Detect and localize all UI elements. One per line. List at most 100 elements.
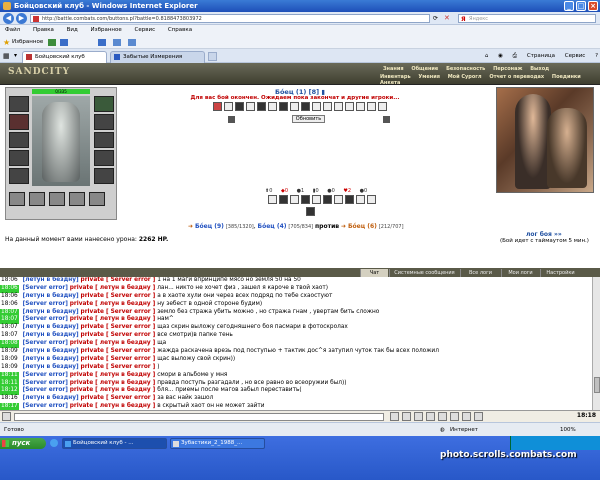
filter-icon[interactable]: [426, 412, 435, 421]
scroll-slot[interactable]: [89, 192, 105, 206]
earring-slot[interactable]: [94, 96, 114, 112]
tools-menu[interactable]: Сервис: [565, 53, 586, 59]
skill-icon[interactable]: [257, 102, 266, 111]
url-field[interactable]: http://battle.combats.com/buttons.pl?bat…: [30, 14, 430, 23]
star-icon[interactable]: ★: [3, 38, 10, 47]
chat-recipient[interactable]: private [ летун в бездну ]: [70, 301, 156, 307]
shield-slot[interactable]: [94, 132, 114, 148]
action-icon[interactable]: [323, 195, 332, 204]
scroll-slot[interactable]: [29, 192, 45, 206]
chat-nick[interactable]: [Server error]: [23, 380, 68, 386]
action-icon[interactable]: [312, 195, 321, 204]
nav-profile[interactable]: Анкета: [380, 80, 400, 86]
smiles-icon[interactable]: [402, 412, 411, 421]
chat-nick[interactable]: [летун в бездну]: [23, 356, 79, 362]
chat-recipient[interactable]: private [ Server error ]: [81, 348, 156, 354]
chat-nick[interactable]: [Server error]: [23, 285, 68, 291]
menu-tools[interactable]: Сервис: [135, 27, 156, 33]
weapon-slot[interactable]: [9, 132, 29, 148]
tab-chat[interactable]: Чат: [360, 269, 388, 277]
quick-tabs-icon[interactable]: ▦: [3, 52, 10, 60]
chat-recipient[interactable]: private [ Server error ]: [81, 364, 156, 370]
scroll-left-icon[interactable]: [228, 116, 235, 123]
chat-nick[interactable]: [летун в бездну]: [23, 324, 79, 330]
chat-message-input[interactable]: [14, 413, 384, 421]
chat-recipient[interactable]: private [ летун в бездну ]: [70, 372, 156, 378]
scroll-slot[interactable]: [9, 192, 25, 206]
tab-all-logs[interactable]: Все логи: [460, 269, 500, 277]
menu-edit[interactable]: Правка: [33, 27, 54, 33]
chat-nick[interactable]: [Server error]: [23, 316, 68, 322]
chat-recipient[interactable]: private [ летун в бездну ]: [70, 380, 156, 386]
team-mid[interactable]: Бо́ец (4): [258, 223, 287, 230]
chat-nick[interactable]: [летун в бездну]: [23, 395, 79, 401]
zoom-level[interactable]: 100%: [560, 423, 576, 437]
nav-skills[interactable]: Умения: [418, 74, 440, 80]
refresh-chat-icon[interactable]: [450, 412, 459, 421]
chat-recipient[interactable]: private [ летун в бездну ]: [70, 285, 156, 291]
action-icon[interactable]: [306, 207, 315, 216]
action-icon[interactable]: [301, 195, 310, 204]
back-icon[interactable]: ◀: [3, 13, 14, 24]
translit-icon[interactable]: [438, 412, 447, 421]
chat-recipient[interactable]: private [ летун в бездну ]: [70, 340, 156, 346]
chat-recipient[interactable]: private [ Server error ]: [81, 324, 156, 330]
tab-settings[interactable]: Настройки: [540, 269, 580, 277]
stop-icon[interactable]: ✕: [444, 14, 450, 22]
sound-icon[interactable]: [462, 412, 471, 421]
chat-nick[interactable]: [летун в бездну]: [23, 309, 79, 315]
link-icon[interactable]: [128, 39, 136, 46]
nav-my-surogl[interactable]: Мой Сурогл: [448, 74, 482, 80]
nav-communication[interactable]: Общение: [411, 66, 438, 72]
scroll-slot[interactable]: [49, 192, 65, 206]
page-menu[interactable]: Страница: [527, 53, 555, 59]
menu-favorites[interactable]: Избранное: [91, 27, 122, 33]
chat-nick[interactable]: [летун в бездну]: [23, 332, 79, 338]
search-input[interactable]: Я Яндекс: [458, 14, 596, 23]
chat-nick[interactable]: [летун в бездну]: [23, 277, 79, 283]
nav-fights[interactable]: Поединки: [552, 74, 581, 80]
team-left[interactable]: Бо́ец (9): [195, 223, 224, 230]
helmet-slot[interactable]: [9, 96, 29, 112]
skill-icon[interactable]: [323, 102, 332, 111]
skill-icon[interactable]: [301, 102, 310, 111]
skill-icon[interactable]: [290, 102, 299, 111]
taskbar-item-combats[interactable]: Бойцовский клуб - ...: [62, 438, 167, 449]
menu-help[interactable]: Справка: [168, 27, 192, 33]
forward-icon[interactable]: ▶: [16, 13, 27, 24]
chat-nick[interactable]: [Server error]: [23, 372, 68, 378]
menu-file[interactable]: Файл: [5, 27, 20, 33]
ring-slot[interactable]: [94, 150, 114, 166]
nav-exit[interactable]: Выход: [530, 66, 549, 72]
chat-recipient[interactable]: private [ летун в бездну ]: [70, 387, 156, 393]
chat-recipient[interactable]: private [ Server error ]: [81, 332, 156, 338]
chat-nick[interactable]: [летун в бездну]: [23, 364, 79, 370]
skill-icon[interactable]: [367, 102, 376, 111]
exit-icon[interactable]: [474, 412, 483, 421]
feeds-icon[interactable]: ◉: [498, 53, 503, 59]
scroll-slot[interactable]: [69, 192, 85, 206]
team-right[interactable]: Бо́ец (6): [348, 223, 377, 230]
send-icon[interactable]: [390, 412, 399, 421]
ie-quicklaunch-icon[interactable]: [50, 439, 58, 447]
new-tab-button[interactable]: [208, 52, 217, 61]
refresh-icon[interactable]: ⟳: [433, 15, 438, 22]
refresh-button[interactable]: Обновить: [292, 115, 325, 123]
taskbar-item-image[interactable]: Зубастики_2_1988_...: [170, 438, 265, 449]
tab-system-messages[interactable]: Системные сообщения: [389, 269, 459, 277]
tab-combats[interactable]: Бойцовский клуб: [22, 51, 107, 63]
add-favorite-icon[interactable]: [48, 39, 56, 46]
chat-recipient[interactable]: private [ Server error ]: [81, 309, 156, 315]
skill-icon[interactable]: [356, 102, 365, 111]
skill-icon[interactable]: [378, 102, 387, 111]
skill-icon[interactable]: [279, 102, 288, 111]
skill-icon[interactable]: [224, 102, 233, 111]
chat-recipient[interactable]: private [ Server error ]: [81, 293, 156, 299]
skill-icon[interactable]: [235, 102, 244, 111]
menu-view[interactable]: Вид: [67, 27, 78, 33]
feeds-icon[interactable]: [60, 39, 68, 46]
clear-icon[interactable]: [414, 412, 423, 421]
chat-nick[interactable]: [Server error]: [23, 340, 68, 346]
action-icon[interactable]: [290, 195, 299, 204]
help-icon[interactable]: ?: [595, 53, 598, 59]
